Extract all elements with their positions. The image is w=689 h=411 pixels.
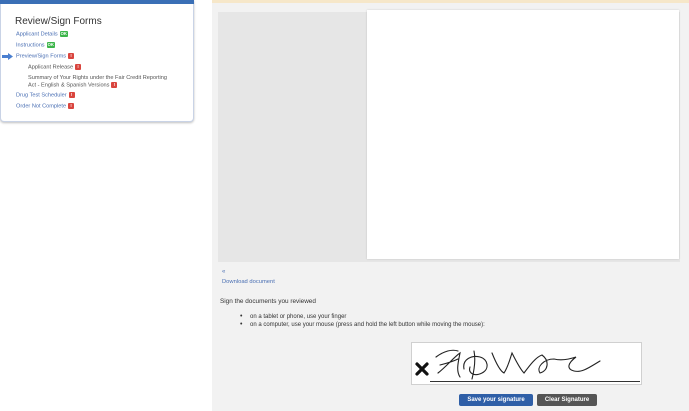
nav-item-label: Applicant Release [28, 64, 74, 71]
nav-item-applicant-details[interactable]: Applicant Details OK [16, 31, 68, 38]
signature-x-icon [415, 362, 429, 376]
nav-item-instructions[interactable]: Instructions OK [16, 42, 55, 49]
instruction-item: on a computer, use your mouse (press and… [240, 321, 485, 329]
clear-signature-button[interactable]: Clear Signature [537, 394, 597, 406]
nav-item-label: Preview/Sign Forms [16, 53, 67, 60]
nav-subitem-fcra-summary[interactable]: Summary of Your Rights under the Fair Cr… [28, 75, 167, 88]
status-badge: ! [111, 81, 118, 88]
document-page[interactable] [367, 10, 679, 259]
status-badge: ! [68, 103, 75, 109]
nav-item-label: Drug Test Scheduler [16, 92, 67, 99]
nav-item-drug-test-scheduler[interactable]: Drug Test Scheduler! [16, 92, 75, 99]
status-badge: OK [59, 31, 68, 37]
sign-instructions-list: on a tablet or phone, use your finger on… [240, 313, 485, 329]
nav-item-label: Order Not Complete [16, 103, 67, 110]
sign-heading: Sign the documents you reviewed [220, 298, 316, 305]
status-badge: OK [46, 42, 55, 48]
status-badge: ! [68, 53, 75, 59]
instruction-item: on a tablet or phone, use your finger [240, 313, 485, 321]
nav-item-preview-sign-forms[interactable]: Preview/Sign Forms! [16, 53, 75, 60]
status-badge: ! [68, 92, 75, 98]
nav-subitem-applicant-release[interactable]: Applicant Release! [28, 64, 82, 71]
status-badge: ! [75, 64, 82, 70]
nav-item-order-not-complete[interactable]: Order Not Complete! [16, 103, 75, 110]
nav-item-label: Instructions [16, 42, 45, 49]
main-top-border [212, 0, 689, 3]
save-signature-button[interactable]: Save your signature [459, 394, 533, 406]
nav-item-label: Summary of Your Rights under the Fair Cr… [28, 75, 167, 81]
nav-item-label: Applicant Details [16, 31, 58, 38]
signature-drawing [435, 349, 601, 380]
nav-item-label-line2: Act - English & Spanish Versions [28, 81, 110, 88]
nav-title: Review/Sign Forms [15, 16, 102, 27]
download-document-link[interactable]: Download document [222, 279, 275, 285]
document-previous-link[interactable]: « [222, 269, 225, 275]
arrow-right-icon [2, 53, 13, 60]
nav-top-bar [0, 0, 194, 4]
